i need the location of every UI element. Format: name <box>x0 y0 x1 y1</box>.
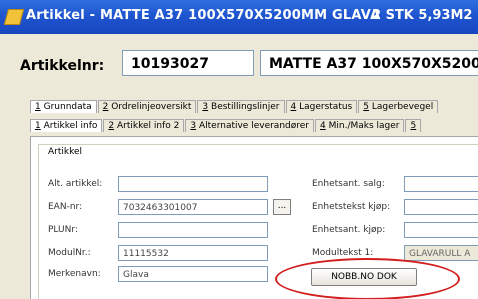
modultekst-field[interactable]: GLAVARULL A <box>404 245 478 261</box>
enhetstekst-kjop-label: Enhetstekst kjøp: <box>312 202 391 212</box>
tab-lagerbevegelser[interactable]: 5 Lagerbevegel <box>358 100 439 113</box>
article-number-label: Artikkelnr: <box>20 58 105 74</box>
article-window: Artikkel - MATTE A37 100X570X5200MM GLAV… <box>0 0 478 299</box>
modulnr-field[interactable]: 11115532 <box>118 245 268 261</box>
alt-artikkel-field[interactable] <box>118 176 268 192</box>
ean-lookup-button[interactable]: ... <box>273 199 291 215</box>
plunr-field[interactable] <box>118 222 268 238</box>
article-number-field[interactable]: 10193027 <box>122 50 254 76</box>
article-name-field[interactable]: MATTE A37 100X570X5200MM <box>260 50 478 76</box>
window-title: Artikkel - MATTE A37 100X570X5200MM GLAV… <box>26 8 381 23</box>
ean-label: EAN-nr: <box>48 202 83 212</box>
tab-artikkel-info-2[interactable]: 2 Artikkel info 2 <box>103 119 185 132</box>
app-icon <box>3 9 25 25</box>
tab-min-maks-lager[interactable]: 4 Min./Maks lager <box>315 119 405 132</box>
modulnr-label: ModulNr.: <box>48 248 91 258</box>
tab-lagerstatus[interactable]: 4 Lagerstatus <box>285 100 358 113</box>
enhetsant-kjop-label: Enhetsant. kjøp: <box>312 225 386 235</box>
enhetsant-kjop-field[interactable] <box>404 222 478 238</box>
enhetstekst-kjop-field[interactable] <box>404 199 478 215</box>
window-title-quantity: 2 STK 5,93M2 <box>372 8 473 23</box>
article-header: Artikkelnr: 10193027 MATTE A37 100X570X5… <box>0 34 478 94</box>
enhetsant-salg-label: Enhetsant. salg: <box>312 179 385 189</box>
highlight-circle <box>275 258 460 299</box>
tab-alternative-leverandorer[interactable]: 3 Alternative leverandører <box>185 119 314 132</box>
title-bar[interactable]: Artikkel - MATTE A37 100X570X5200MM GLAV… <box>0 0 478 34</box>
tab-bestillingslinjer[interactable]: 3 Bestillingslinjer <box>197 100 285 113</box>
enhetsant-salg-field[interactable] <box>404 176 478 192</box>
group-title: Artikkel <box>48 147 83 157</box>
alt-artikkel-label: Alt. artikkel: <box>48 179 103 189</box>
merkenavn-label: Merkenavn: <box>48 269 101 279</box>
primary-tabs: 1 Grunndata 2 Ordrelinjeoversikt 3 Bestill… <box>30 100 439 116</box>
tab-artikkel-info[interactable]: 1 Artikkel info <box>30 119 103 132</box>
tab-5[interactable]: 5 <box>405 119 422 132</box>
ean-field[interactable]: 7032463301007 <box>118 199 268 215</box>
modultekst-label: Modultekst 1: <box>312 248 374 258</box>
tab-grunndata[interactable]: 1 Grunndata <box>30 100 97 113</box>
secondary-tabs: 1 Artikkel info 2 Artikkel info 23 Altern… <box>30 119 422 135</box>
tab-ordrelinjeoversikt[interactable]: 2 Ordrelinjeoversikt <box>97 100 197 113</box>
plunr-label: PLUNr: <box>48 225 78 235</box>
merkenavn-field[interactable]: Glava <box>118 266 268 282</box>
